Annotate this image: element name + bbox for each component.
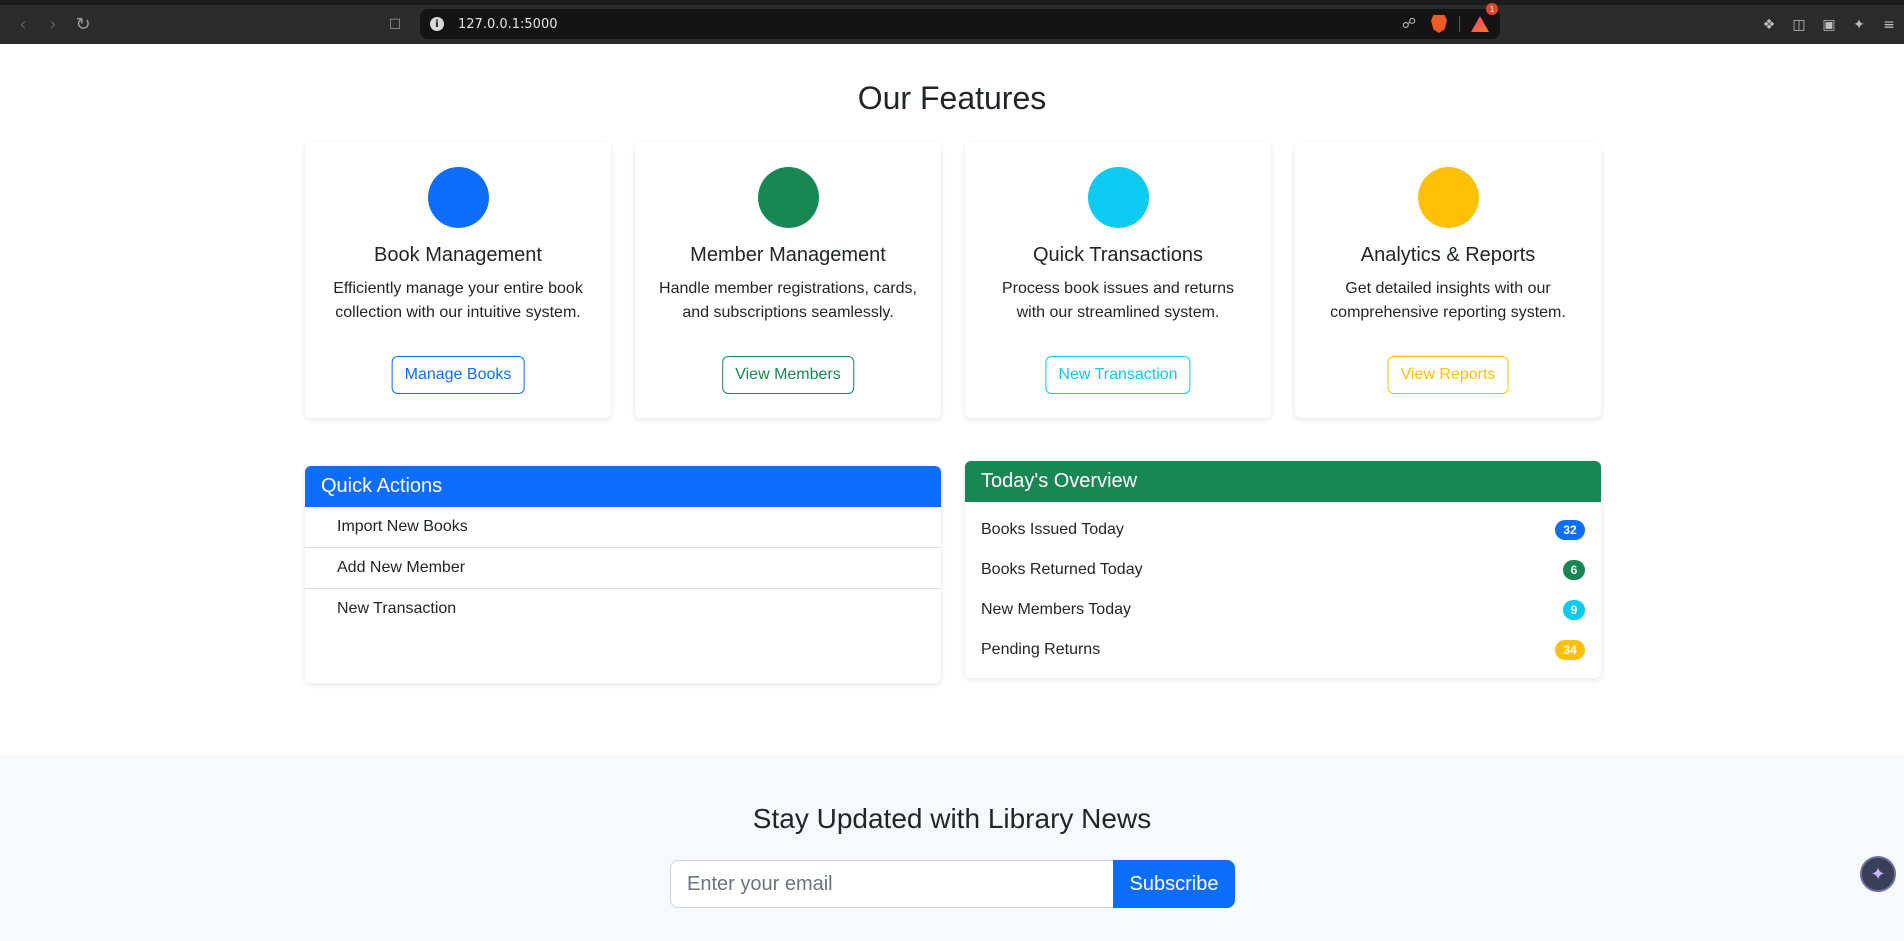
feature-card-reports: Analytics & Reports Get detailed insight… bbox=[1295, 142, 1601, 418]
feature-circle-icon bbox=[427, 167, 489, 228]
reload-icon[interactable]: ↻ bbox=[68, 10, 98, 40]
newsletter-section: Stay Updated with Library News Enter you… bbox=[0, 755, 1904, 941]
brave-shields-icon[interactable] bbox=[1429, 14, 1449, 34]
site-info-icon[interactable]: i bbox=[430, 17, 444, 31]
overview-row: Books Returned Today 6 bbox=[965, 550, 1601, 590]
feature-card-transactions: Quick Transactions Process book issues a… bbox=[965, 142, 1271, 418]
count-badge: 6 bbox=[1563, 560, 1585, 580]
overview-row: New Members Today 9 bbox=[965, 590, 1601, 630]
overview-panel: Today's Overview Books Issued Today 32 B… bbox=[965, 461, 1601, 678]
feature-title: Quick Transactions bbox=[1032, 244, 1204, 266]
feature-description: Handle member registrations, cards, and … bbox=[659, 280, 917, 321]
new-transaction-button[interactable]: New Transaction bbox=[1045, 356, 1191, 394]
view-reports-button[interactable]: View Reports bbox=[1387, 356, 1509, 394]
quick-action-add-member[interactable]: Add New Member bbox=[305, 548, 941, 589]
brave-rewards-icon[interactable]: 1 bbox=[1470, 3, 1498, 34]
forward-icon[interactable]: › bbox=[38, 10, 68, 40]
overview-label: Pending Returns bbox=[981, 641, 1101, 658]
quick-actions-title: Quick Actions bbox=[305, 466, 941, 507]
feature-card-books: Book Management Efficiently manage your … bbox=[305, 142, 611, 418]
overview-row: Pending Returns 34 bbox=[965, 630, 1601, 670]
notification-badge: 1 bbox=[1486, 3, 1498, 15]
feature-circle-icon bbox=[757, 167, 819, 228]
newsletter-title: Stay Updated with Library News bbox=[752, 803, 1152, 834]
quick-actions-panel: Quick Actions Import New Books Add New M… bbox=[305, 466, 941, 683]
feature-title: Book Management bbox=[374, 244, 542, 266]
count-badge: 34 bbox=[1555, 640, 1585, 660]
subscribe-button[interactable]: Subscribe bbox=[1113, 860, 1235, 908]
overview-label: Books Issued Today bbox=[981, 521, 1124, 538]
address-bar[interactable]: i 127.0.0.1:5000 ☍ 1 bbox=[420, 3, 1500, 39]
overview-label: Books Returned Today bbox=[981, 561, 1143, 578]
browser-toolbar: ‹ › ↻ ☐ i 127.0.0.1:5000 ☍ 1 ❖ ◫ ▣ ✦ ≡ bbox=[0, 0, 1904, 44]
overview-row: Books Issued Today 32 bbox=[965, 510, 1601, 550]
feature-title: Member Management bbox=[690, 244, 886, 266]
url-text[interactable]: 127.0.0.1:5000 bbox=[458, 17, 558, 32]
quick-action-import-books[interactable]: Import New Books bbox=[305, 507, 941, 548]
manage-books-button[interactable]: Manage Books bbox=[391, 356, 525, 394]
feature-description: Process book issues and returns with our… bbox=[1001, 280, 1235, 321]
separator bbox=[1459, 16, 1460, 32]
feature-card-members: Member Management Handle member registra… bbox=[635, 142, 941, 418]
view-members-button[interactable]: View Members bbox=[722, 356, 854, 394]
share-icon[interactable]: ☍ bbox=[1399, 14, 1419, 34]
feature-description: Efficiently manage your entire book coll… bbox=[333, 280, 583, 321]
menu-icon[interactable]: ≡ bbox=[1878, 14, 1900, 36]
extensions-icon[interactable]: ❖ bbox=[1758, 14, 1780, 36]
feature-title: Analytics & Reports bbox=[1360, 244, 1536, 266]
assistant-sparkle-icon[interactable]: ✦ bbox=[1860, 856, 1896, 892]
features-title: Our Features bbox=[857, 80, 1047, 116]
quick-action-new-transaction[interactable]: New Transaction bbox=[305, 589, 941, 630]
overview-label: New Members Today bbox=[981, 601, 1131, 618]
leo-ai-icon[interactable]: ✦ bbox=[1848, 14, 1870, 36]
count-badge: 32 bbox=[1555, 520, 1585, 540]
overview-title: Today's Overview bbox=[965, 461, 1601, 502]
bookmark-icon[interactable]: ☐ bbox=[380, 10, 410, 40]
feature-circle-icon bbox=[1417, 167, 1479, 228]
back-icon[interactable]: ‹ bbox=[8, 10, 38, 40]
feature-circle-icon bbox=[1087, 167, 1149, 228]
wallet-icon[interactable]: ▣ bbox=[1818, 14, 1840, 36]
email-input[interactable]: Enter your email bbox=[670, 860, 1113, 908]
feature-description: Get detailed insights with our comprehen… bbox=[1330, 280, 1566, 321]
count-badge: 9 bbox=[1563, 600, 1585, 620]
sidebar-icon[interactable]: ◫ bbox=[1788, 14, 1810, 36]
